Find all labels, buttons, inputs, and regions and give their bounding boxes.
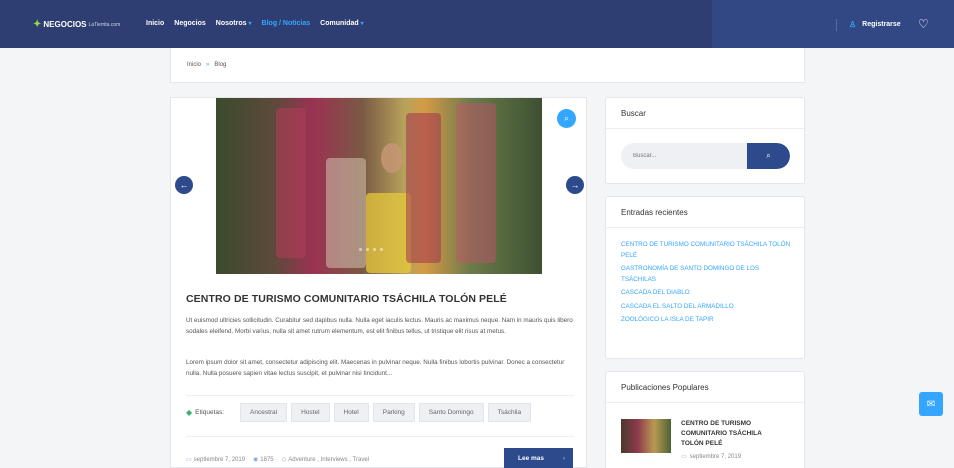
nav-item-label: Comunidad	[320, 20, 359, 27]
divider	[606, 128, 804, 129]
recent-posts-list: CENTRO DE TURISMO COMUNITARIO TSÁCHILA T…	[621, 240, 793, 329]
search-button[interactable]: ⌕	[747, 143, 790, 169]
recent-posts-widget: Entradas recientes CENTRO DE TURISMO COM…	[605, 196, 805, 359]
post-date-text: septiembre 7, 2019	[193, 457, 246, 463]
tag-chip[interactable]: Hotel	[333, 403, 369, 422]
tags-label: ◆ Etiquetas:	[186, 408, 236, 417]
popular-post-date: ▭ septiembre 7, 2019	[681, 452, 776, 462]
main-menu: Inicio Negocios Nosotros ▾ Blog / Noticia…	[146, 20, 364, 27]
post-categories: ◇ Adventure , Interviews , Travel	[282, 456, 369, 463]
divider	[606, 402, 804, 403]
breadcrumb-home[interactable]: Inicio	[187, 62, 201, 68]
post-tags: ◆ Etiquetas: Ancestral Hostel Hotel Parki…	[186, 403, 576, 422]
breadcrumb-separator: »	[206, 62, 210, 68]
read-more-label: Lee mas	[518, 455, 545, 462]
popular-posts-widget: Publicaciones Populares CENTRO DE TURISM…	[605, 371, 805, 468]
site-logo[interactable]: ✦ NEGOCIOS LaTierrita.com	[33, 19, 120, 30]
popular-posts-title: Publicaciones Populares	[621, 383, 709, 392]
nav-item-nosotros[interactable]: Nosotros ▾	[216, 20, 252, 27]
logo-subtext: LaTierrita.com	[88, 21, 121, 28]
breadcrumb: Inicio » Blog	[187, 62, 226, 68]
favorites-icon[interactable]: ♡	[918, 17, 929, 31]
logo-text: NEGOCIOS	[43, 20, 87, 29]
nav-divider	[836, 19, 837, 31]
tag-chip[interactable]: Santo Domingo	[418, 403, 484, 422]
breadcrumb-current: Blog	[214, 62, 227, 68]
search-input[interactable]	[621, 143, 747, 169]
calendar-icon: ▭	[186, 457, 192, 463]
recent-posts-title: Entradas recientes	[621, 208, 688, 217]
post-categories-text[interactable]: Adventure , Interviews , Travel	[288, 457, 369, 463]
tag-chip[interactable]: Hostel	[291, 403, 330, 422]
recent-post-link[interactable]: CASCADA DEL DIABLO	[621, 288, 793, 299]
chat-icon: ✉	[926, 398, 936, 410]
popular-post-thumbnail[interactable]	[621, 419, 671, 453]
search-widget: Buscar ⌕	[605, 97, 805, 184]
chat-button[interactable]: ✉	[919, 392, 943, 416]
nav-item-comunidad[interactable]: Comunidad ▾	[320, 20, 364, 27]
post-views-count: 1875	[260, 457, 274, 463]
nav-item-negocios[interactable]: Negocios	[174, 20, 206, 27]
register-label: Registrarse	[862, 21, 901, 28]
slider-dots[interactable]	[359, 248, 383, 251]
register-link[interactable]: ♙ Registrarse	[849, 20, 901, 29]
nav-item-inicio[interactable]: Inicio	[146, 20, 164, 27]
chevron-down-icon: ▾	[248, 21, 252, 27]
leaf-logo-icon: ✦	[33, 19, 42, 30]
search-form: ⌕	[621, 143, 790, 169]
arrow-right-icon: →	[570, 180, 580, 190]
post-paragraph-1: Ut euismod ultricies sollicitudin. Curab…	[186, 317, 573, 335]
post-title[interactable]: CENTRO DE TURISMO COMUNITARIO TSÁCHILA T…	[186, 293, 507, 305]
post-paragraph-2: Lorem ipsum dolor sit amet, consectetur …	[186, 359, 565, 377]
tag-chip[interactable]: Ancestral	[240, 403, 288, 422]
recent-post-link[interactable]: ZOOLÓGICO LA ISLA DE TAPIR	[621, 315, 793, 326]
popular-post-item[interactable]: CENTRO DE TURISMO COMUNITARIO TSÁCHILA T…	[621, 419, 776, 462]
arrow-left-icon: ←	[179, 180, 189, 190]
user-icon: ♙	[849, 20, 857, 29]
tag-chip[interactable]: Parking	[372, 403, 415, 422]
slider-prev-button[interactable]: ←	[175, 176, 193, 194]
search-icon: ⌕	[564, 113, 569, 123]
calendar-icon: ▭	[681, 454, 687, 460]
divider	[606, 227, 804, 228]
tag-outline-icon: ◇	[281, 457, 287, 463]
popular-post-title[interactable]: CENTRO DE TURISMO COMUNITARIO TSÁCHILA T…	[681, 419, 776, 449]
breadcrumb-bar: Inicio » Blog	[170, 48, 805, 83]
popular-post-date-text: septiembre 7, 2019	[689, 454, 742, 460]
read-more-button[interactable]: Lee mas ›	[504, 448, 573, 468]
divider	[186, 436, 574, 437]
nav-item-blog[interactable]: Blog / Noticias	[262, 20, 311, 27]
slider-next-button[interactable]: →	[566, 176, 584, 194]
recent-post-link[interactable]: GASTRONOMÍA DE SANTO DOMINGO DE LOS TSÁC…	[621, 264, 793, 285]
nav-item-label: Nosotros	[215, 20, 247, 27]
blog-post-card: ← → ⌕ CENTRO DE TURISMO COMUNITARIO TSÁC…	[170, 97, 587, 468]
divider	[186, 395, 574, 396]
recent-post-link[interactable]: CASCADA EL SALTO DEL ARMADILLO	[621, 302, 793, 313]
top-navbar: ✦ NEGOCIOS LaTierrita.com Inicio Negocio…	[0, 0, 954, 48]
search-widget-title: Buscar	[621, 109, 646, 118]
search-icon: ⌕	[766, 151, 771, 160]
image-zoom-button[interactable]: ⌕	[557, 109, 576, 128]
chevron-right-icon: ›	[562, 455, 565, 462]
tags-label-text: Etiquetas:	[195, 409, 225, 416]
post-date: ▭ septiembre 7, 2019	[186, 456, 245, 463]
eye-icon: ◉	[253, 457, 259, 463]
recent-post-link[interactable]: CENTRO DE TURISMO COMUNITARIO TSÁCHILA T…	[621, 240, 793, 261]
tag-chip[interactable]: Tsáchila	[487, 403, 532, 422]
post-views: ◉ 1875	[253, 456, 274, 463]
post-meta: ▭ septiembre 7, 2019 ◉ 1875 ◇ Adventure , I…	[186, 456, 369, 463]
post-image-slider[interactable]	[216, 98, 542, 274]
popular-post-info: CENTRO DE TURISMO COMUNITARIO TSÁCHILA T…	[681, 419, 776, 462]
tag-icon: ◆	[186, 408, 193, 417]
chevron-down-icon: ▾	[360, 21, 364, 27]
